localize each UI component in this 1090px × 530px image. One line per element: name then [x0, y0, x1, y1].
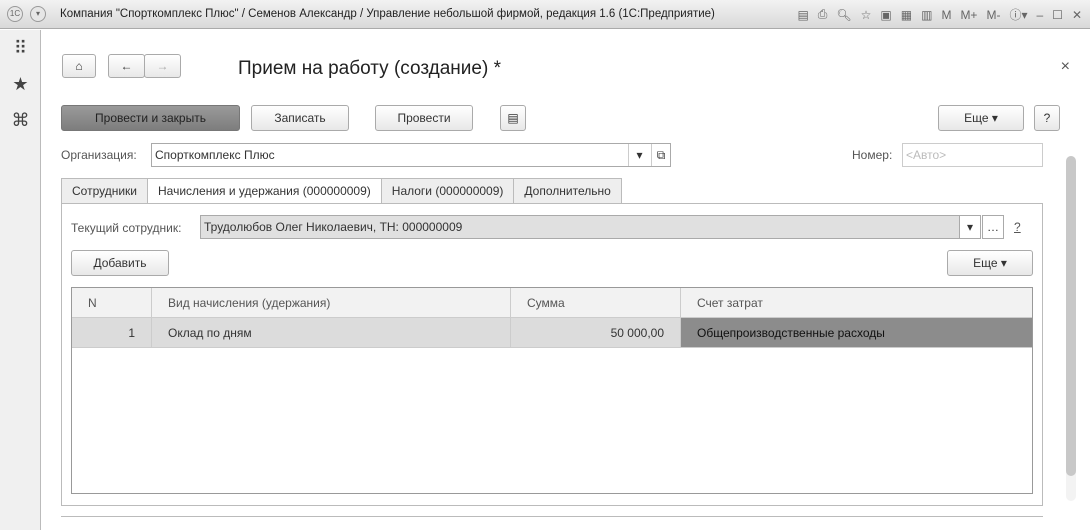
- m-button[interactable]: M: [941, 8, 951, 22]
- m-plus-button[interactable]: M+: [960, 8, 977, 22]
- col-type[interactable]: Вид начисления (удержания): [152, 288, 511, 317]
- save-icon[interactable]: ▤: [797, 8, 808, 22]
- sidebar: ⠿ ★ ⌘: [0, 30, 41, 530]
- favorite-icon[interactable]: ☆: [861, 8, 872, 22]
- col-n[interactable]: N: [72, 288, 152, 317]
- title-bar: 1C ▾ Компания "Спорткомплекс Плюс" / Сем…: [0, 0, 1090, 29]
- favorites-icon[interactable]: ★: [0, 66, 41, 102]
- post-and-close-button[interactable]: Провести и закрыть: [61, 105, 240, 131]
- sections-icon[interactable]: ⠿: [0, 30, 41, 66]
- m-minus-button[interactable]: M-: [986, 8, 1000, 22]
- col-account[interactable]: Счет затрат: [681, 288, 1032, 317]
- home-button[interactable]: ⌂: [62, 54, 96, 78]
- org-field[interactable]: Спорткомплекс Плюс: [151, 143, 671, 167]
- add-button[interactable]: Добавить: [71, 250, 169, 276]
- tabs: Сотрудники Начисления и удержания (00000…: [61, 178, 622, 204]
- more-label: Еще: [964, 111, 989, 125]
- back-button[interactable]: ←: [108, 54, 145, 78]
- col-sum[interactable]: Сумма: [511, 288, 681, 317]
- number-field[interactable]: <Авто>: [902, 143, 1043, 167]
- table-more-label: Еще: [973, 256, 998, 270]
- tab-additional[interactable]: Дополнительно: [513, 178, 622, 204]
- close-form-button[interactable]: ×: [1061, 58, 1070, 76]
- tab-accruals[interactable]: Начисления и удержания (000000009): [147, 178, 382, 204]
- window-title: Компания "Спорткомплекс Плюс" / Семенов …: [60, 8, 715, 20]
- cell-account[interactable]: Общепроизводственные расходы: [681, 318, 1032, 347]
- tab-taxes[interactable]: Налоги (000000009): [380, 178, 515, 204]
- divider: [61, 516, 1043, 517]
- more-button[interactable]: Еще ▾: [938, 105, 1024, 131]
- employee-help-link[interactable]: ?: [1014, 220, 1021, 234]
- org-label: Организация:: [61, 148, 137, 162]
- app-logo-icon: 1C: [7, 6, 23, 22]
- employee-field[interactable]: Трудолюбов Олег Николаевич, ТН: 00000000…: [200, 215, 981, 239]
- calculator-icon[interactable]: ▦: [901, 8, 912, 22]
- info-icon[interactable]: ⓘ▾: [1009, 6, 1027, 23]
- forward-button[interactable]: →: [144, 54, 181, 78]
- employee-label: Текущий сотрудник:: [71, 221, 182, 235]
- table-header: N Вид начисления (удержания) Сумма Счет …: [72, 288, 1032, 318]
- tab-employees[interactable]: Сотрудники: [61, 178, 148, 204]
- table-more-button[interactable]: Еще ▾: [947, 250, 1033, 276]
- form: ⌂ ← → Прием на работу (создание) * × Про…: [42, 30, 1090, 530]
- close-window-icon[interactable]: ✕: [1072, 8, 1082, 22]
- minimize-icon[interactable]: –: [1036, 8, 1043, 22]
- employee-dropdown-icon[interactable]: ▾: [959, 215, 981, 239]
- scrollbar[interactable]: [1066, 156, 1076, 501]
- print-icon[interactable]: ⎙: [818, 7, 828, 22]
- accruals-table: N Вид начисления (удержания) Сумма Счет …: [71, 287, 1033, 494]
- history-icon[interactable]: ⌘: [0, 102, 41, 138]
- cell-n: 1: [72, 318, 152, 347]
- post-button[interactable]: Провести: [375, 105, 473, 131]
- scrollbar-thumb[interactable]: [1066, 156, 1076, 476]
- page-title: Прием на работу (создание) *: [238, 58, 501, 79]
- save-button[interactable]: Записать: [251, 105, 349, 131]
- maximize-icon[interactable]: ☐: [1052, 8, 1063, 22]
- employee-select-button[interactable]: …: [982, 215, 1004, 239]
- calendar-icon[interactable]: ▥: [921, 8, 932, 22]
- report-icon[interactable]: ▤: [500, 105, 526, 131]
- preview-icon[interactable]: 🔍︎: [836, 8, 851, 22]
- cell-type[interactable]: Оклад по дням: [152, 318, 511, 347]
- dropdown-icon[interactable]: ▾: [628, 144, 650, 166]
- menu-icon[interactable]: ▾: [30, 6, 46, 22]
- bookmark-icon[interactable]: ▣: [880, 8, 891, 22]
- table-row[interactable]: 1 Оклад по дням 50 000,00 Общепроизводст…: [72, 318, 1032, 348]
- cell-sum[interactable]: 50 000,00: [511, 318, 681, 347]
- number-label: Номер:: [852, 148, 893, 162]
- help-button[interactable]: ?: [1034, 105, 1060, 131]
- open-icon[interactable]: ⧉: [651, 144, 670, 166]
